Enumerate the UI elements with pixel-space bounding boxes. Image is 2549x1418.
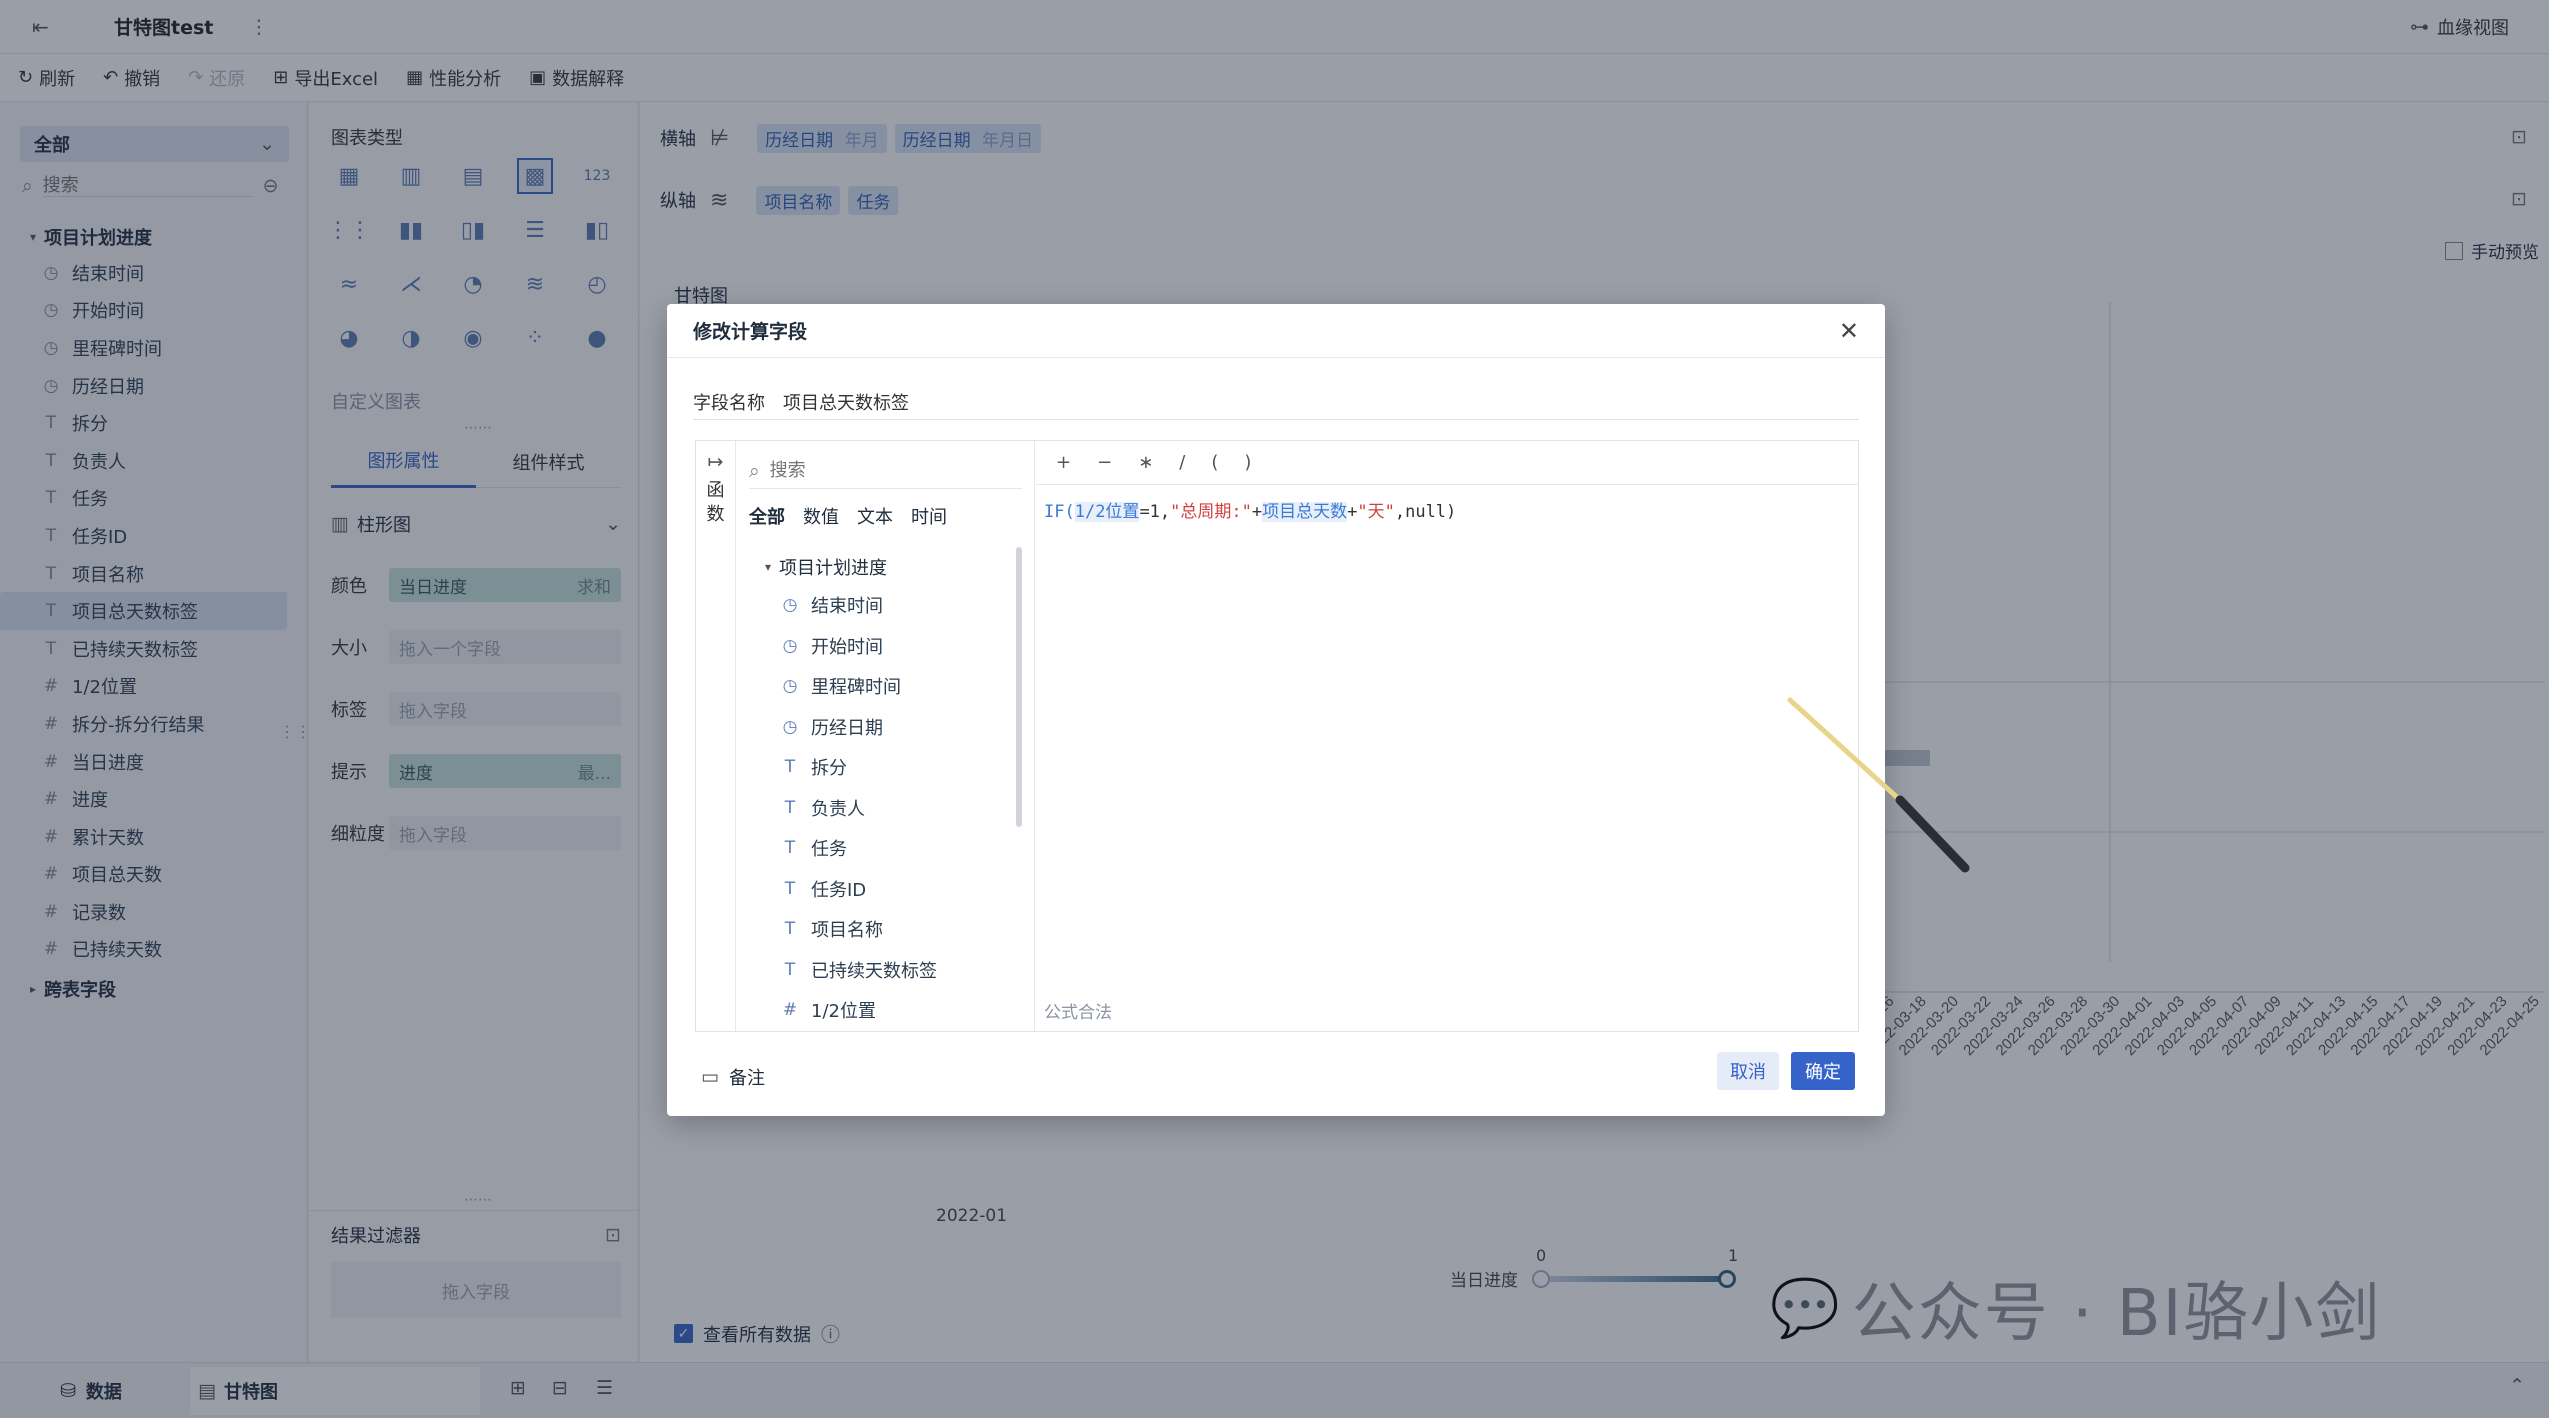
functions-label: 函数 — [706, 480, 725, 525]
comment-icon: ▭ — [701, 1066, 719, 1088]
number-icon: # — [782, 1000, 798, 1021]
formula-field-total-days: 项目总天数 — [1262, 502, 1348, 522]
tree-field-item[interactable]: T 负责人 — [779, 788, 1034, 829]
operator-button[interactable]: ( — [1211, 452, 1218, 473]
function-sidebar[interactable]: ↦ 函数 — [696, 441, 736, 1031]
close-icon[interactable]: ✕ — [1839, 317, 1859, 345]
tree-field-item[interactable]: T 项目名称 — [779, 909, 1034, 950]
text-icon: T — [784, 797, 796, 818]
field-name-label: 字段名称 — [693, 392, 765, 414]
tree-field-label: 1/2位置 — [811, 1001, 876, 1023]
tree-field-label: 已持续天数标签 — [811, 960, 937, 982]
cancel-button[interactable]: 取消 — [1717, 1052, 1779, 1090]
tree-field-label: 负责人 — [811, 798, 865, 820]
type-filter-tabs: 全部 数值 文本 时间 — [749, 501, 1034, 531]
editor-container: ↦ 函数 ⌕ 全部数值文本时间 ▾ 项目计划进度 ◷ 结束时间 ◷ 开始时间 ◷ 里程碑时… — [695, 440, 1859, 1032]
formula-string-period: "总周期:" — [1170, 502, 1252, 522]
edit-calculated-field-dialog: 修改计算字段 ✕ 字段名称 ↦ 函数 ⌕ 全部数值文本时间 ▾ 项目计划进度 ◷… — [667, 304, 1885, 1116]
operator-bar: + − ∗ / () — [1036, 441, 1858, 485]
clock-icon: ◷ — [782, 635, 798, 656]
confirm-label: 确定 — [1805, 1062, 1841, 1083]
field-name-input[interactable] — [783, 391, 1383, 412]
pen-cursor-icon — [1787, 697, 1970, 873]
expand-functions-icon: ↦ — [707, 451, 724, 473]
formula-field-position: 1/2位置 — [1074, 502, 1140, 522]
tree-group-label: 项目计划进度 — [779, 558, 888, 579]
note-button[interactable]: ▭ 备注 — [701, 1064, 765, 1090]
formula-string-day: "天" — [1357, 502, 1395, 522]
cancel-label: 取消 — [1730, 1062, 1766, 1083]
tree-field-label: 里程碑时间 — [811, 677, 901, 699]
formula-plus-2: + — [1347, 502, 1358, 522]
operator-button[interactable]: / — [1179, 452, 1185, 473]
text-icon: T — [784, 878, 796, 899]
tree-field-label: 开始时间 — [811, 636, 883, 658]
tree-field-item[interactable]: #1/2位置 — [779, 990, 1034, 1031]
operator-button[interactable]: ) — [1244, 452, 1251, 473]
formula-equals: =1, — [1139, 502, 1171, 522]
dialog-search-input[interactable] — [769, 460, 990, 481]
field-browser: ⌕ 全部数值文本时间 ▾ 项目计划进度 ◷ 结束时间 ◷ 开始时间 ◷ 里程碑时间 ◷ 历经日… — [737, 441, 1035, 1031]
tree-field-item[interactable]: ◷ 里程碑时间 — [779, 666, 1034, 707]
tree-group-header[interactable]: ▾ 项目计划进度 — [765, 549, 1034, 585]
type-filter-tab[interactable]: 时间 — [911, 503, 947, 529]
operator-button[interactable]: ∗ — [1138, 452, 1153, 473]
calc-text-icon: T — [784, 959, 796, 980]
formula-plus-1: + — [1251, 502, 1263, 522]
text-icon: T — [784, 919, 796, 940]
tree-scrollbar[interactable] — [1016, 547, 1022, 827]
tree-field-list: ◷ 结束时间 ◷ 开始时间 ◷ 里程碑时间 ◷ 历经日期 T 拆分 T 负责人 T 任务 T 任务ID T 项目名… — [779, 585, 1034, 1055]
tree-field-item[interactable]: T 任务ID — [779, 869, 1034, 910]
search-icon: ⌕ — [749, 459, 760, 482]
tree-field-label: 任务 — [811, 839, 847, 861]
clock-icon: ◷ — [782, 676, 798, 697]
tree-field-label: 拆分 — [811, 758, 847, 780]
text-icon: T — [784, 757, 796, 778]
type-filter-tab[interactable]: 全部 — [749, 503, 785, 529]
type-filter-tab[interactable]: 文本 — [857, 503, 893, 529]
tree-field-item[interactable]: ◷ 结束时间 — [779, 585, 1034, 626]
tree-field-label: 结束时间 — [811, 596, 883, 618]
formula-editor[interactable]: IF(1/2位置=1,"总周期:"+项目总天数+"天",null) — [1036, 485, 1858, 534]
type-filter-tab[interactable]: 数值 — [803, 503, 839, 529]
formula-status: 公式合法 — [1044, 1003, 1112, 1023]
dialog-title: 修改计算字段 — [693, 321, 808, 343]
operator-button[interactable]: + — [1056, 452, 1071, 473]
formula-end: ,null) — [1394, 502, 1457, 522]
formula-area: + − ∗ /() IF(1/2位置=1,"总周期:"+项目总天数+"天",null)… — [1036, 441, 1858, 1031]
tree-field-item[interactable]: ◷ 开始时间 — [779, 626, 1034, 667]
confirm-button[interactable]: 确定 — [1791, 1052, 1855, 1090]
dialog-search: ⌕ — [749, 453, 1022, 489]
field-name-row: 字段名称 — [693, 384, 1859, 420]
operator-button[interactable]: − — [1097, 452, 1112, 473]
tree-field-item[interactable]: ◷ 历经日期 — [779, 707, 1034, 748]
tree-field-item[interactable]: T 拆分 — [779, 747, 1034, 788]
formula-if: IF( — [1044, 502, 1075, 522]
tree-field-label: 历经日期 — [811, 717, 883, 739]
tree-field-label: 项目名称 — [811, 920, 883, 942]
text-icon: T — [784, 838, 796, 859]
clock-icon: ◷ — [782, 716, 798, 737]
caret-down-icon: ▾ — [765, 560, 772, 574]
tree-field-item[interactable]: T 任务 — [779, 828, 1034, 869]
tree-field-item[interactable]: T 已持续天数标签 — [779, 950, 1034, 991]
clock-icon: ◷ — [782, 595, 798, 616]
dialog-header: 修改计算字段 ✕ — [667, 304, 1885, 358]
note-label: 备注 — [728, 1068, 765, 1089]
tree-field-label: 任务ID — [811, 879, 867, 901]
